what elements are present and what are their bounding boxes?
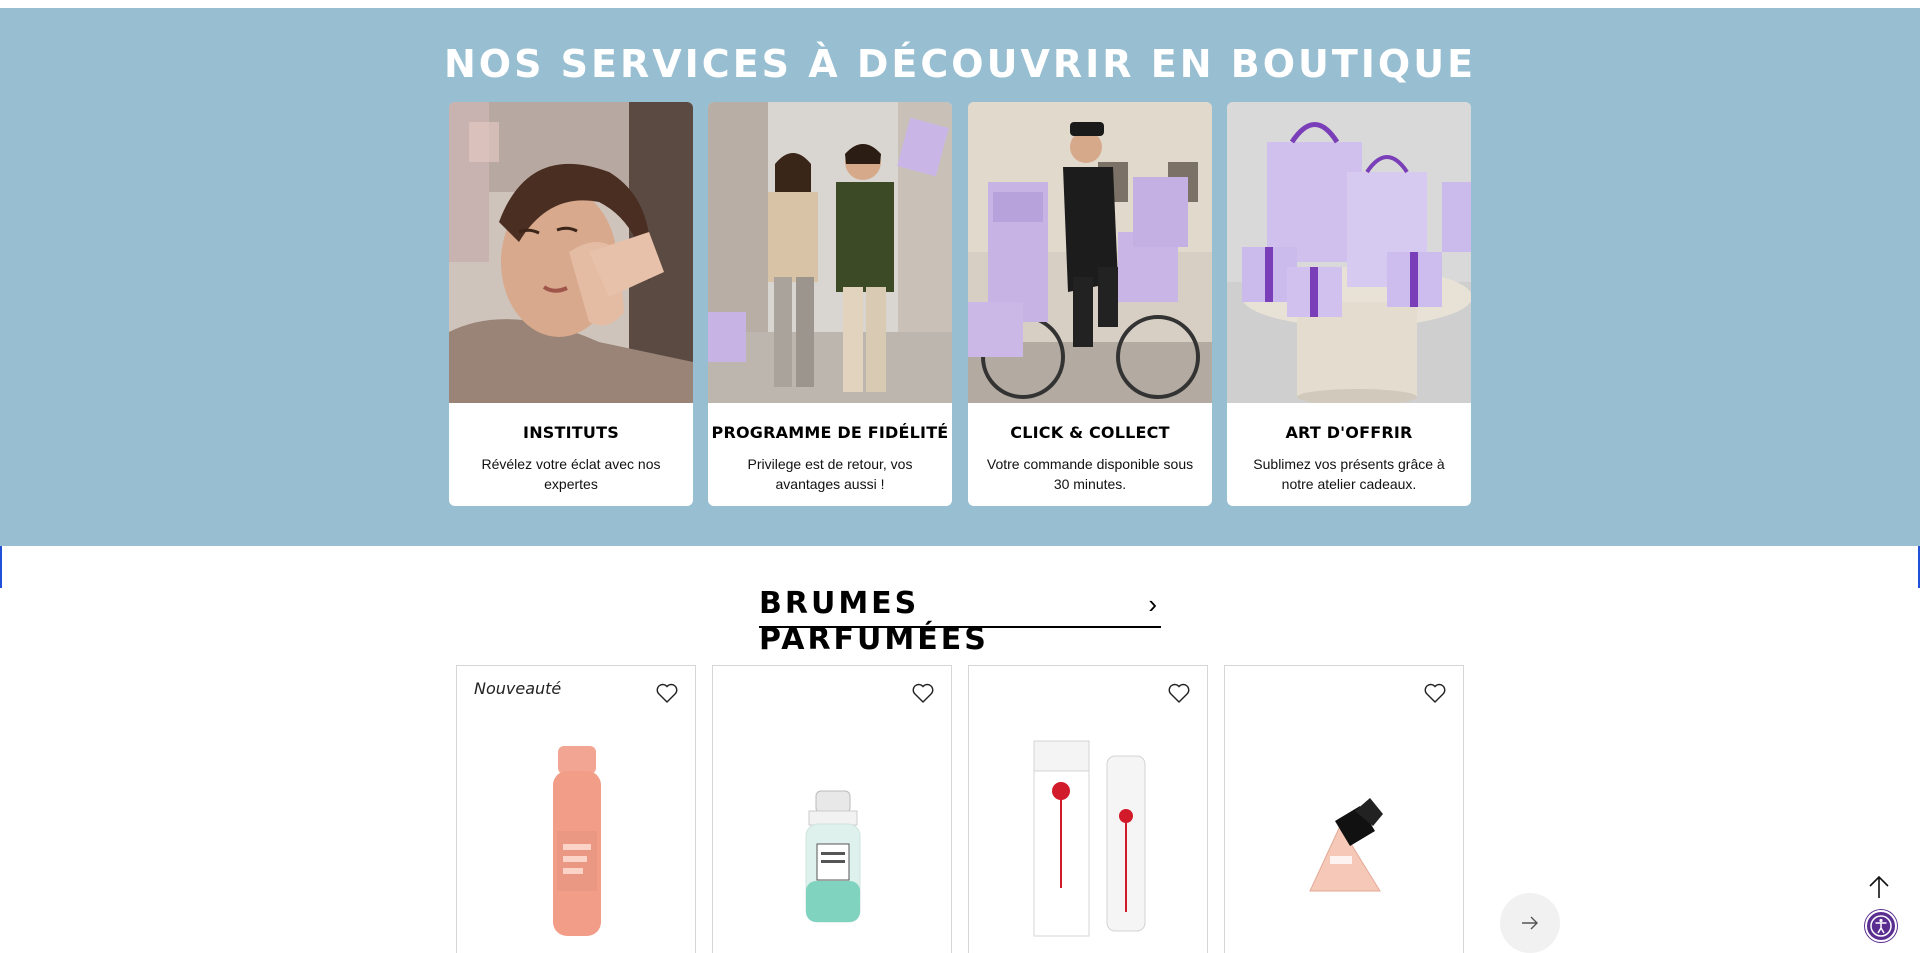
- service-name: CLICK & COLLECT: [1010, 423, 1170, 442]
- product-image: [553, 746, 601, 936]
- carousel-next-button[interactable]: [1500, 893, 1560, 953]
- service-card-fidelite[interactable]: PROGRAMME DE FIDÉLITÉ Privilege est de r…: [708, 102, 952, 506]
- service-image-click-collect: [968, 102, 1212, 403]
- service-desc: Votre commande disponible sous 30 minute…: [986, 456, 1194, 492]
- chevron-right-icon: ›: [1148, 589, 1157, 619]
- product-image: [1033, 740, 1146, 937]
- heart-icon[interactable]: [655, 682, 679, 704]
- service-desc: Privilege est de retour, vos avantages a…: [747, 456, 913, 492]
- heart-icon[interactable]: [911, 682, 935, 704]
- product-image: [1309, 798, 1383, 892]
- new-badge: Nouveauté: [474, 679, 562, 698]
- service-desc: Révélez votre éclat avec nos expertes: [481, 456, 661, 492]
- heart-icon[interactable]: [1423, 682, 1447, 704]
- service-card-art-offrir[interactable]: ART D'OFFRIR Sublimez vos présents grâce…: [1227, 102, 1471, 506]
- service-name: ART D'OFFRIR: [1285, 423, 1413, 442]
- arrow-right-icon: [1522, 916, 1538, 930]
- service-card-instituts[interactable]: INSTITUTS Révélez votre éclat avec nos e…: [449, 102, 693, 506]
- top-strip: [0, 0, 1920, 8]
- focus-edge-left: [0, 546, 2, 588]
- service-name: PROGRAMME DE FIDÉLITÉ: [711, 423, 949, 442]
- service-image-fidelite: [708, 102, 952, 403]
- service-image-art-offrir: [1227, 102, 1471, 403]
- arrow-up-icon[interactable]: [1866, 874, 1892, 900]
- service-card-click-collect[interactable]: CLICK & COLLECT Votre commande disponibl…: [968, 102, 1212, 506]
- product-card[interactable]: [712, 665, 952, 953]
- product-image: [805, 790, 861, 923]
- service-image-instituts: [449, 102, 693, 403]
- service-name: INSTITUTS: [523, 423, 619, 442]
- services-title: NOS SERVICES À DÉCOUVRIR EN BOUTIQUE: [443, 42, 1477, 86]
- brumes-section-link[interactable]: BRUMES PARFUMÉES ›: [759, 586, 1161, 657]
- services-section: NOS SERVICES À DÉCOUVRIR EN BOUTIQUE INS…: [0, 8, 1920, 546]
- section-title: BRUMES PARFUMÉES: [759, 586, 989, 657]
- accessibility-icon[interactable]: [1865, 910, 1897, 942]
- product-card[interactable]: [968, 665, 1208, 953]
- service-desc: Sublimez vos présents grâce à notre atel…: [1253, 456, 1445, 492]
- product-card[interactable]: Nouveauté: [456, 665, 696, 953]
- product-card[interactable]: [1224, 665, 1464, 953]
- heart-icon[interactable]: [1167, 682, 1191, 704]
